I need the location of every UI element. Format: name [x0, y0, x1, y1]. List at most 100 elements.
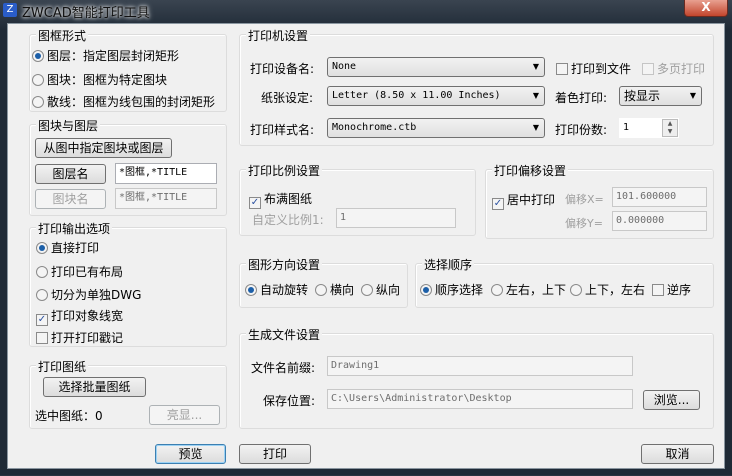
checkbox-lineweight[interactable]: ✓ 打印对象线宽	[36, 307, 123, 326]
prefix-input[interactable]: Drawing1	[327, 356, 633, 376]
style-label: 打印样式名:	[250, 123, 315, 137]
cancel-button[interactable]: 取消	[641, 444, 714, 464]
device-label: 打印设备名:	[250, 62, 315, 76]
checkbox-label: 打印到文件	[571, 62, 632, 76]
checkbox-icon	[36, 332, 48, 344]
radio-sequential[interactable]: 顺序选择	[420, 281, 483, 298]
checkbox-label: 逆序	[667, 283, 692, 297]
checkbox-label: 居中打印	[507, 193, 556, 207]
radio-label: 上下，左右	[585, 283, 646, 297]
radio-frame-block[interactable]: 图块：图框为特定图块	[32, 71, 167, 88]
layer-name-input[interactable]: *图框,*TITLE	[115, 163, 217, 184]
file-legend: 生成文件设置	[246, 326, 323, 343]
radio-lr-tb[interactable]: 左右，上下	[491, 281, 566, 298]
radio-split-dwg[interactable]: 切分为单独DWG	[36, 286, 141, 303]
radio-label: 自动旋转	[260, 283, 309, 297]
offset-y-label: 偏移Y=	[565, 217, 603, 230]
checkbox-reverse[interactable]: 逆序	[652, 281, 691, 298]
checkbox-icon	[652, 284, 664, 296]
radio-frame-lines[interactable]: 散线：图框为线包围的封闭矩形	[32, 93, 215, 110]
color-label: 着色打印:	[555, 91, 608, 105]
radio-label: 左右，上下	[506, 283, 567, 297]
chevron-down-icon: ▼	[532, 123, 539, 132]
radio-frame-layer[interactable]: 图层：指定图层封闭矩形	[32, 47, 179, 64]
block-name-button[interactable]: 图块名	[35, 189, 106, 209]
checkbox-label: 打开打印戳记	[51, 331, 124, 345]
checkbox-label: 打印对象线宽	[51, 309, 124, 323]
radio-icon	[32, 74, 44, 86]
radio-label: 图块：图框为特定图块	[47, 73, 168, 87]
checkbox-checked-icon: ✓	[249, 197, 261, 209]
radio-icon	[36, 289, 48, 301]
custom-scale-label: 自定义比例1:	[252, 213, 324, 227]
checkbox-multi-page[interactable]: 多页打印	[642, 60, 705, 77]
radio-auto-rotate[interactable]: 自动旋转	[245, 281, 308, 298]
selected-sheets-text: 选中图纸：0	[35, 407, 103, 424]
radio-label: 纵向	[376, 283, 401, 297]
order-legend: 选择顺序	[422, 256, 475, 273]
layer-name-button[interactable]: 图层名	[35, 164, 106, 184]
copies-label: 打印份数:	[555, 123, 608, 137]
output-legend: 打印输出选项	[36, 220, 113, 237]
offset-y-input[interactable]: 0.000000	[612, 211, 707, 231]
color-value: 按显示	[624, 89, 661, 103]
checkbox-icon	[642, 63, 654, 75]
checkbox-center-print[interactable]: ✓ 居中打印	[492, 191, 555, 210]
radio-label: 顺序选择	[435, 283, 484, 297]
block-name-input[interactable]: *图框,*TITLE	[115, 188, 217, 209]
color-select[interactable]: 按显示 ▼	[619, 86, 702, 106]
radio-print-layouts[interactable]: 打印已有布局	[36, 263, 123, 280]
path-label: 保存位置:	[263, 394, 316, 408]
radio-icon	[32, 96, 44, 108]
checkbox-checked-icon: ✓	[492, 198, 504, 210]
paper-label: 纸张设定:	[261, 91, 314, 105]
offset-x-input[interactable]: 101.600000	[612, 187, 707, 207]
radio-tb-lr[interactable]: 上下，左右	[570, 281, 645, 298]
paper-value: Letter (8.50 x 11.00 Inches)	[332, 90, 501, 101]
radio-icon	[36, 266, 48, 278]
radio-label: 横向	[330, 283, 355, 297]
frame-style-legend: 图框形式	[36, 27, 89, 44]
paper-select[interactable]: Letter (8.50 x 11.00 Inches) ▼	[327, 86, 545, 106]
path-input[interactable]: C:\Users\Administrator\Desktop	[327, 389, 633, 409]
radio-icon	[361, 284, 373, 296]
prefix-label: 文件名前缀:	[251, 361, 316, 375]
radio-label: 打印已有布局	[51, 265, 124, 279]
device-select[interactable]: None ▼	[327, 57, 545, 77]
selected-label: 选中图纸：	[35, 409, 96, 423]
sheets-legend: 打印图纸	[36, 358, 89, 375]
select-sheets-button[interactable]: 选择批量图纸	[43, 377, 146, 397]
custom-scale-input[interactable]: 1	[336, 208, 456, 228]
highlight-button[interactable]: 亮显...	[149, 405, 220, 425]
checkbox-checked-icon: ✓	[36, 314, 48, 326]
radio-icon	[570, 284, 582, 296]
radio-landscape[interactable]: 横向	[315, 281, 354, 298]
checkbox-icon	[556, 63, 568, 75]
radio-label: 直接打印	[51, 241, 100, 255]
radio-label: 散线：图框为线包围的封闭矩形	[47, 95, 216, 109]
preview-button[interactable]: 预览	[155, 444, 226, 464]
radio-icon	[36, 242, 48, 254]
print-button[interactable]: 打印	[239, 444, 311, 464]
printer-legend: 打印机设置	[246, 27, 311, 44]
style-select[interactable]: Monochrome.ctb ▼	[327, 118, 545, 138]
radio-portrait[interactable]: 纵向	[361, 281, 400, 298]
radio-icon	[245, 284, 257, 296]
checkbox-plot-stamp[interactable]: 打开打印戳记	[36, 329, 123, 346]
offset-x-label: 偏移X=	[565, 193, 604, 206]
style-value: Monochrome.ctb	[332, 122, 417, 133]
orientation-legend: 图形方向设置	[246, 256, 323, 273]
block-layer-legend: 图块与图层	[36, 117, 101, 134]
radio-icon	[491, 284, 503, 296]
radio-icon	[32, 50, 44, 62]
checkbox-fit-paper[interactable]: ✓ 布满图纸	[249, 190, 312, 209]
radio-direct-print[interactable]: 直接打印	[36, 239, 99, 256]
browse-button[interactable]: 浏览...	[643, 390, 700, 410]
scale-legend: 打印比例设置	[246, 162, 323, 179]
chevron-down-icon: ▼	[689, 91, 696, 100]
checkbox-print-to-file[interactable]: 打印到文件	[556, 60, 631, 77]
pick-block-layer-button[interactable]: 从图中指定图块或图层	[35, 138, 172, 158]
device-value: None	[332, 61, 357, 72]
copies-spinner[interactable]: ▲ ▼	[662, 119, 678, 137]
selected-count: 0	[95, 409, 103, 423]
